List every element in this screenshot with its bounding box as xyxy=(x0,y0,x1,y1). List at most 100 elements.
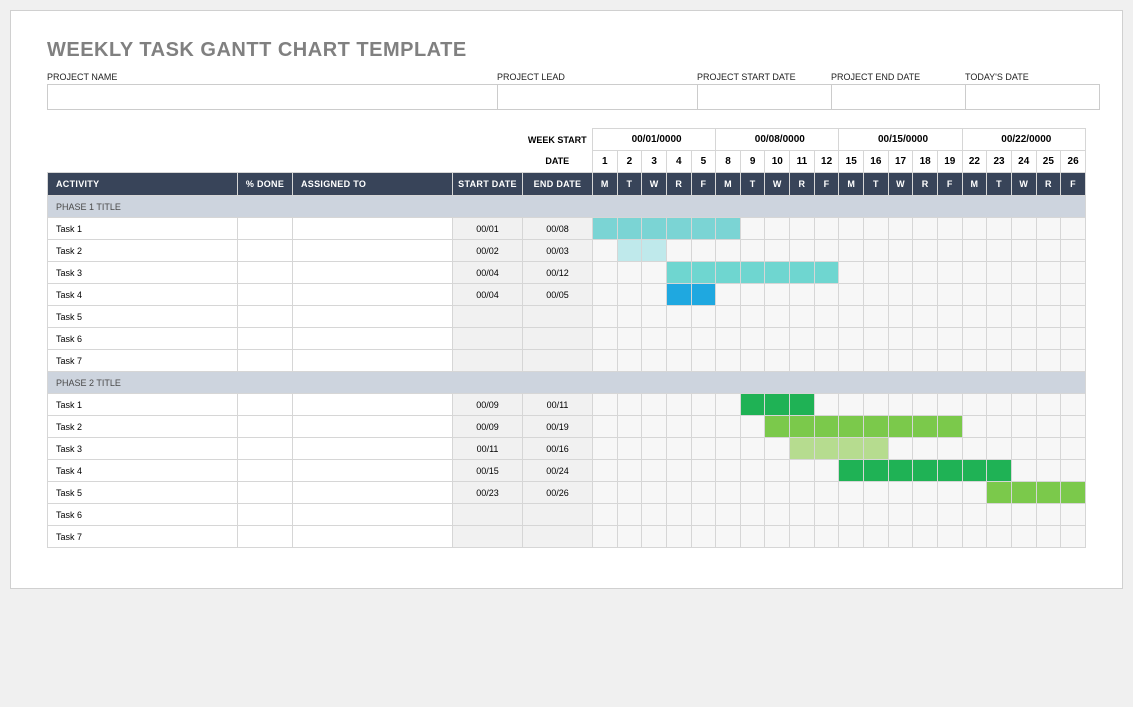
gantt-cell xyxy=(937,438,962,460)
pct-done-cell[interactable] xyxy=(238,306,293,328)
assigned-to-cell[interactable] xyxy=(293,306,453,328)
end-date-cell[interactable]: 00/19 xyxy=(523,416,593,438)
assigned-to-cell[interactable] xyxy=(293,526,453,548)
task-name-cell[interactable]: Task 6 xyxy=(48,504,238,526)
start-date-cell[interactable]: 00/04 xyxy=(453,284,523,306)
assigned-to-cell[interactable] xyxy=(293,350,453,372)
gantt-cell xyxy=(593,482,618,504)
gantt-cell xyxy=(1036,482,1061,504)
assigned-to-cell[interactable] xyxy=(293,394,453,416)
gantt-cell xyxy=(937,240,962,262)
end-date-cell[interactable]: 00/03 xyxy=(523,240,593,262)
assigned-to-cell[interactable] xyxy=(293,284,453,306)
assigned-to-cell[interactable] xyxy=(293,504,453,526)
pct-done-cell[interactable] xyxy=(238,328,293,350)
gantt-cell xyxy=(593,394,618,416)
assigned-to-cell[interactable] xyxy=(293,240,453,262)
task-name-cell[interactable]: Task 7 xyxy=(48,526,238,548)
start-date-cell[interactable]: 00/11 xyxy=(453,438,523,460)
project-end-input[interactable] xyxy=(831,84,966,110)
gantt-cell xyxy=(864,240,889,262)
gantt-cell xyxy=(790,460,815,482)
gantt-cell xyxy=(814,218,839,240)
start-date-cell[interactable] xyxy=(453,328,523,350)
assigned-to-cell[interactable] xyxy=(293,416,453,438)
pct-done-cell[interactable] xyxy=(238,438,293,460)
todays-date-input[interactable] xyxy=(965,84,1100,110)
assigned-to-cell[interactable] xyxy=(293,460,453,482)
end-date-cell[interactable]: 00/16 xyxy=(523,438,593,460)
date-cell: 17 xyxy=(888,151,913,173)
task-name-cell[interactable]: Task 4 xyxy=(48,284,238,306)
gantt-cell xyxy=(617,284,642,306)
gantt-cell xyxy=(814,240,839,262)
assigned-to-cell[interactable] xyxy=(293,328,453,350)
end-date-cell[interactable] xyxy=(523,328,593,350)
task-name-cell[interactable]: Task 5 xyxy=(48,306,238,328)
assigned-to-cell[interactable] xyxy=(293,438,453,460)
task-name-cell[interactable]: Task 6 xyxy=(48,328,238,350)
project-start-input[interactable] xyxy=(697,84,832,110)
start-date-cell[interactable]: 00/01 xyxy=(453,218,523,240)
pct-done-cell[interactable] xyxy=(238,504,293,526)
end-date-cell[interactable]: 00/11 xyxy=(523,394,593,416)
task-name-cell[interactable]: Task 5 xyxy=(48,482,238,504)
start-date-cell[interactable]: 00/15 xyxy=(453,460,523,482)
assigned-to-cell[interactable] xyxy=(293,218,453,240)
start-date-cell[interactable] xyxy=(453,504,523,526)
gantt-cell xyxy=(913,482,938,504)
start-date-cell[interactable]: 00/09 xyxy=(453,394,523,416)
gantt-cell xyxy=(839,262,864,284)
gantt-cell xyxy=(740,306,765,328)
gantt-cell xyxy=(617,482,642,504)
end-date-cell[interactable]: 00/24 xyxy=(523,460,593,482)
gantt-cell xyxy=(962,504,987,526)
end-date-cell[interactable] xyxy=(523,526,593,548)
gantt-cell xyxy=(962,262,987,284)
end-date-cell[interactable] xyxy=(523,306,593,328)
end-date-cell[interactable] xyxy=(523,350,593,372)
task-name-cell[interactable]: Task 3 xyxy=(48,262,238,284)
pct-done-cell[interactable] xyxy=(238,460,293,482)
pct-done-cell[interactable] xyxy=(238,482,293,504)
project-name-input[interactable] xyxy=(47,84,498,110)
pct-done-cell[interactable] xyxy=(238,416,293,438)
gantt-cell xyxy=(765,482,790,504)
gantt-cell xyxy=(593,262,618,284)
pct-done-cell[interactable] xyxy=(238,240,293,262)
start-date-cell[interactable]: 00/04 xyxy=(453,262,523,284)
start-date-cell[interactable] xyxy=(453,526,523,548)
pct-done-cell[interactable] xyxy=(238,284,293,306)
end-date-cell[interactable]: 00/05 xyxy=(523,284,593,306)
start-date-cell[interactable] xyxy=(453,306,523,328)
pct-done-cell[interactable] xyxy=(238,350,293,372)
task-name-cell[interactable]: Task 2 xyxy=(48,416,238,438)
start-date-cell[interactable]: 00/02 xyxy=(453,240,523,262)
task-name-cell[interactable]: Task 1 xyxy=(48,394,238,416)
gantt-cell xyxy=(790,416,815,438)
gantt-cell xyxy=(839,394,864,416)
task-name-cell[interactable]: Task 2 xyxy=(48,240,238,262)
end-date-cell[interactable] xyxy=(523,504,593,526)
task-name-cell[interactable]: Task 1 xyxy=(48,218,238,240)
end-date-cell[interactable]: 00/12 xyxy=(523,262,593,284)
start-date-cell[interactable]: 00/23 xyxy=(453,482,523,504)
pct-done-cell[interactable] xyxy=(238,218,293,240)
pct-done-cell[interactable] xyxy=(238,526,293,548)
gantt-cell xyxy=(937,328,962,350)
task-name-cell[interactable]: Task 4 xyxy=(48,460,238,482)
start-date-cell[interactable]: 00/09 xyxy=(453,416,523,438)
project-lead-input[interactable] xyxy=(497,84,698,110)
pct-done-cell[interactable] xyxy=(238,394,293,416)
assigned-to-cell[interactable] xyxy=(293,262,453,284)
task-name-cell[interactable]: Task 7 xyxy=(48,350,238,372)
start-date-cell[interactable] xyxy=(453,350,523,372)
gantt-cell xyxy=(814,306,839,328)
gantt-cell xyxy=(1061,306,1086,328)
pct-done-cell[interactable] xyxy=(238,262,293,284)
task-name-cell[interactable]: Task 3 xyxy=(48,438,238,460)
end-date-cell[interactable]: 00/26 xyxy=(523,482,593,504)
week-label-2: 00/15/0000 xyxy=(839,129,962,151)
assigned-to-cell[interactable] xyxy=(293,482,453,504)
end-date-cell[interactable]: 00/08 xyxy=(523,218,593,240)
